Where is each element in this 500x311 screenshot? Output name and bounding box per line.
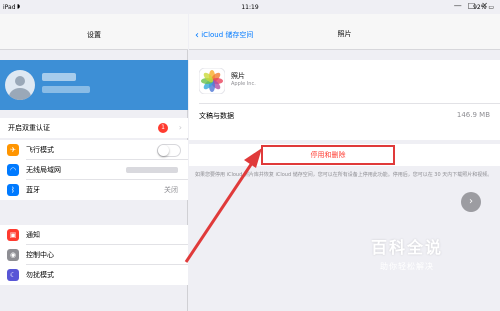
sidebar-item-notifications[interactable]: ▣ 通知 <box>0 225 188 245</box>
app-developer: Apple Inc. <box>231 81 256 87</box>
airplane-icon: ✈ <box>7 144 19 156</box>
navigation-bar: ‹ iCloud 储存空间 照片 <box>189 14 500 50</box>
bluetooth-value: 关闭 <box>164 186 178 194</box>
window-controls: —□✕ <box>454 1 494 10</box>
status-time: 11:19 <box>241 4 259 11</box>
two-factor-label: 开启双重认证 <box>8 124 50 132</box>
sidebar-item-label: 控制中心 <box>26 251 54 259</box>
sidebar-title: 设置 <box>0 14 188 50</box>
sidebar-item-label: 蓝牙 <box>26 186 40 194</box>
airplane-toggle[interactable] <box>157 144 181 157</box>
sidebar-item-label: 通知 <box>26 231 40 239</box>
docs-data-value: 146.9 MB <box>456 111 490 119</box>
watermark-title: 百科全说 <box>370 238 443 257</box>
sidebar-item-do-not-disturb[interactable]: ☾ 勿扰模式 <box>0 265 188 285</box>
avatar <box>5 70 35 100</box>
delete-row: 停用和删除 <box>189 144 500 166</box>
two-factor-row[interactable]: 开启双重认证 1 › <box>0 118 188 138</box>
maximize-icon[interactable]: □ <box>468 1 482 10</box>
status-bar: iPad ◗ 11:19 92% ▭ <box>0 0 500 14</box>
footnote-text: 如果您要停用 iCloud 照片库并恢复 iCloud 储存空间，您可以在所有设… <box>195 172 493 178</box>
watermark-subtitle: 助你轻松解决 <box>380 262 434 271</box>
detail-pane: ‹ iCloud 储存空间 照片 照片 Apple Inc. 文稿与数据 146… <box>189 14 500 311</box>
sidebar-item-airplane[interactable]: ✈ 飞行模式 <box>0 140 188 160</box>
settings-sidebar: 设置 开启双重认证 1 › ✈ 飞行模式 ◠ 无线局域网 ᛒ 蓝牙 关闭 ▣ 通… <box>0 14 188 311</box>
close-icon[interactable]: ✕ <box>481 1 494 10</box>
sidebar-item-wifi[interactable]: ◠ 无线局域网 <box>0 160 188 180</box>
chevron-right-icon: › <box>178 123 182 132</box>
sidebar-item-control-center[interactable]: ◉ 控制中心 <box>0 245 188 265</box>
notification-icon: ▣ <box>7 229 19 241</box>
wifi-network-redacted <box>126 167 178 173</box>
sidebar-item-label: 无线局域网 <box>26 166 61 174</box>
apple-id-profile[interactable] <box>0 60 188 110</box>
minimize-icon[interactable]: — <box>454 1 468 10</box>
profile-subtitle-redacted <box>42 86 90 93</box>
chevron-right-float-icon[interactable]: › <box>461 192 481 212</box>
watermark: 百科全说 助你轻松解决 <box>347 234 467 272</box>
control-center-icon: ◉ <box>7 249 19 261</box>
moon-icon: ☾ <box>7 269 19 281</box>
bluetooth-icon: ᛒ <box>7 184 19 196</box>
app-name: 照片 <box>231 72 245 80</box>
sidebar-item-label: 飞行模式 <box>26 146 54 154</box>
sidebar-item-label: 勿扰模式 <box>26 271 54 279</box>
profile-name-redacted <box>42 73 76 81</box>
wifi-icon: ◠ <box>7 164 19 176</box>
docs-data-label: 文稿与数据 <box>199 112 234 120</box>
disable-and-delete-button[interactable]: 停用和删除 <box>261 145 395 165</box>
photos-app-icon <box>199 68 225 94</box>
notification-badge: 1 <box>158 123 168 133</box>
app-info-card: 照片 Apple Inc. 文稿与数据 146.9 MB <box>189 60 500 140</box>
page-title: 照片 <box>337 30 352 38</box>
sidebar-item-bluetooth[interactable]: ᛒ 蓝牙 关闭 <box>0 180 188 200</box>
